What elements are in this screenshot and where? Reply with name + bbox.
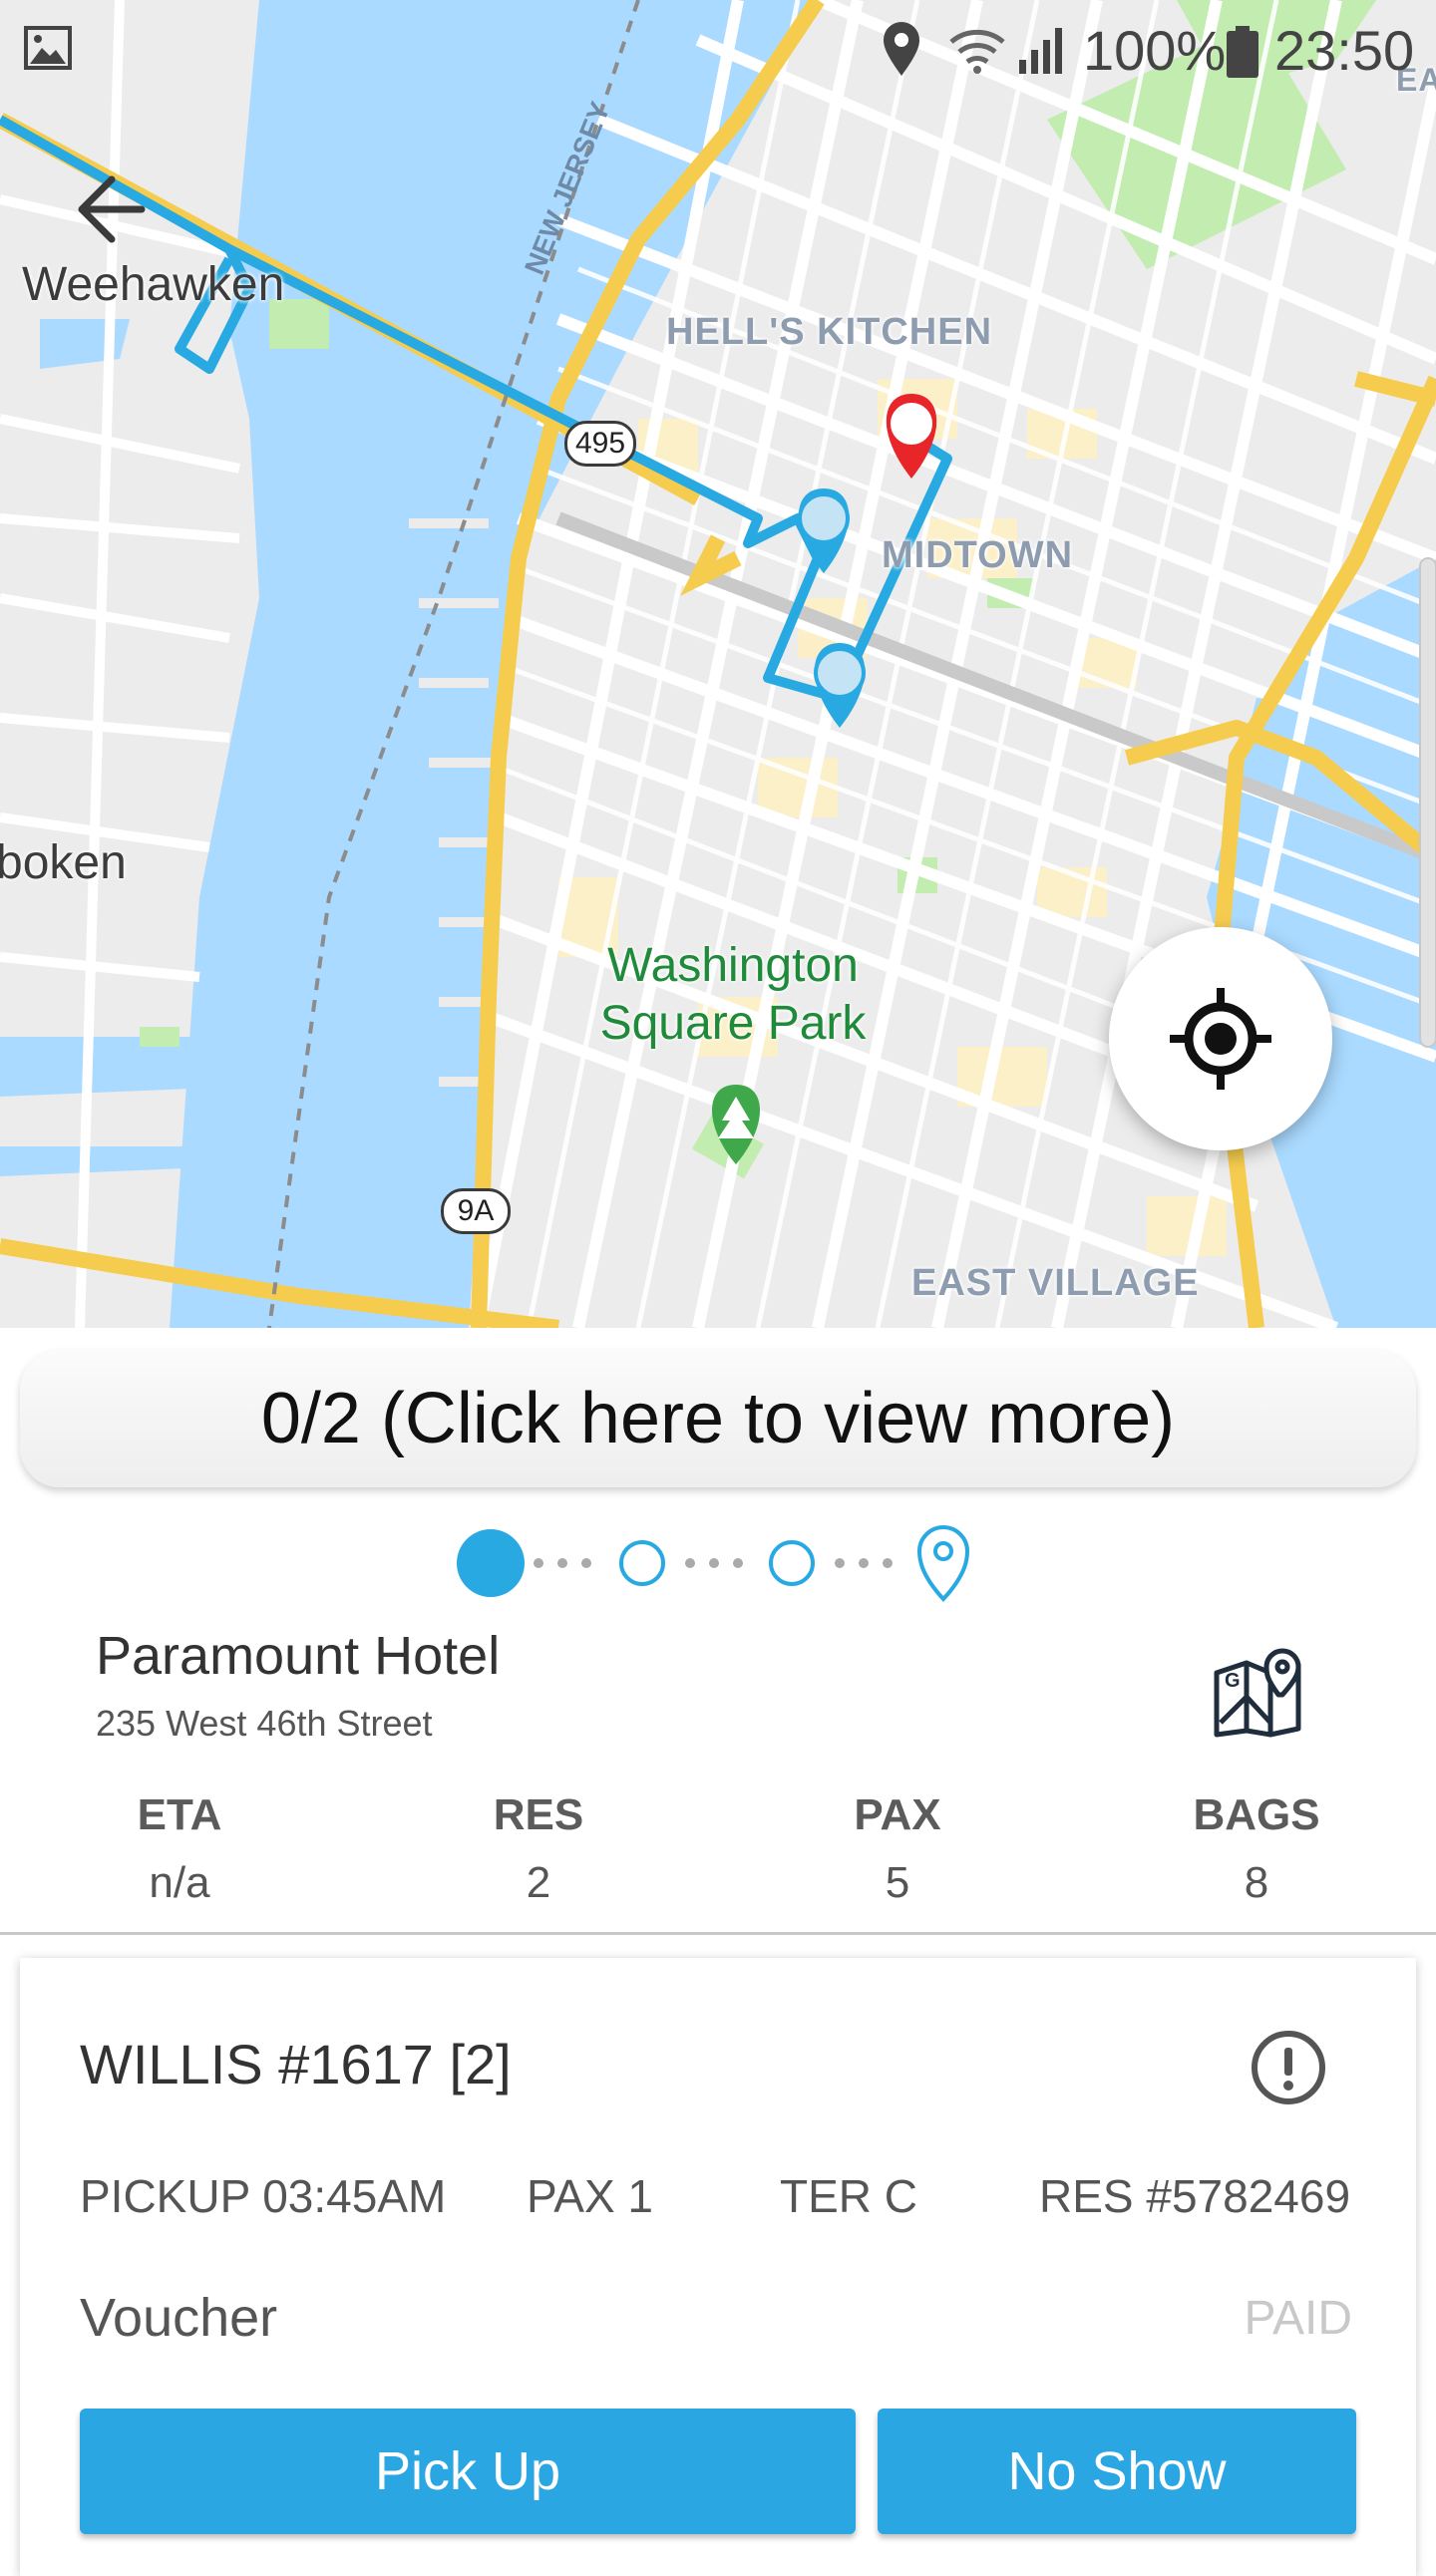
passenger-pax: PAX 1: [527, 2170, 653, 2222]
passenger-name: WILLIS #1617 [2]: [80, 2033, 512, 2095]
route-shield-9a: 9A: [441, 1188, 511, 1234]
terminal: TER C: [780, 2170, 917, 2222]
stat-bags: BAGS 8: [1107, 1790, 1406, 1908]
no-show-button[interactable]: No Show: [878, 2409, 1356, 2534]
stat-res: RES 2: [389, 1790, 688, 1908]
stop-stepper[interactable]: [455, 1523, 983, 1603]
gallery-icon: [24, 26, 72, 70]
label-park-line1: Washington: [607, 939, 859, 992]
map-directions-icon: [1214, 1648, 1301, 1738]
alert-button[interactable]: [1249, 2028, 1328, 2107]
stat-pax-label: PAX: [854, 1790, 941, 1839]
label-park-line2: Square Park: [599, 997, 867, 1050]
payment-status: PAID: [1244, 2292, 1352, 2345]
label-hells-kitchen: HELL'S KITCHEN: [666, 311, 993, 353]
step-destination-pin-icon: [916, 1525, 970, 1602]
stepper-graphic: [457, 1525, 970, 1602]
stat-eta: ETA n/a: [30, 1790, 329, 1908]
pickup-time: PICKUP 03:45AM: [80, 2170, 447, 2222]
stat-eta-label: ETA: [137, 1790, 222, 1839]
status-time: 23:50: [1274, 19, 1415, 82]
my-location-button[interactable]: [1109, 927, 1332, 1150]
battery-percent: 100%: [1083, 19, 1227, 82]
passenger-card: WILLIS #1617 [2] PICKUP 03:45AM PAX 1 TE…: [20, 1958, 1416, 2576]
stat-pax: PAX 5: [748, 1790, 1047, 1908]
battery-icon: [1227, 26, 1258, 78]
stop-address: 235 West 46th Street: [96, 1703, 433, 1744]
open-map-directions-button[interactable]: G: [1211, 1643, 1306, 1739]
step-current: [457, 1529, 525, 1597]
status-bar: 100% 23:50: [0, 0, 1436, 100]
route-shield-495: 495: [564, 421, 637, 467]
stat-res-label: RES: [493, 1790, 584, 1839]
view-more-button[interactable]: 0/2 (Click here to view more): [20, 1350, 1416, 1487]
label-washington-square-park: Washington Square Park: [588, 937, 878, 1053]
signal-icon: [1019, 28, 1062, 74]
step-2: [619, 1540, 665, 1586]
step-3: [769, 1540, 815, 1586]
section-divider: [0, 1932, 1436, 1935]
svg-text:G: G: [1225, 1670, 1241, 1692]
stat-pax-value: 5: [885, 1858, 910, 1907]
map-view[interactable]: Weehawken boken HELL'S KITCHEN MIDTOWN E…: [0, 0, 1436, 1328]
label-east-village: EAST VILLAGE: [911, 1262, 1200, 1304]
location-pin-icon: [884, 22, 919, 76]
wifi-icon: [949, 29, 1005, 74]
label-midtown: MIDTOWN: [882, 534, 1074, 576]
arrow-back-icon: [78, 175, 146, 243]
stat-res-value: 2: [526, 1858, 551, 1907]
stat-eta-value: n/a: [149, 1858, 210, 1907]
stat-bags-label: BAGS: [1193, 1790, 1320, 1839]
label-hoboken: boken: [0, 836, 127, 889]
pick-up-button[interactable]: Pick Up: [80, 2409, 856, 2534]
reservation-number: RES #5782469: [1039, 2170, 1351, 2222]
label-weehawken: Weehawken: [22, 258, 285, 311]
back-button[interactable]: [72, 167, 156, 251]
stop-name: Paramount Hotel: [96, 1626, 501, 1686]
payment-type: Voucher: [80, 2288, 278, 2348]
crosshair-icon: [1170, 988, 1271, 1090]
stat-bags-value: 8: [1244, 1858, 1269, 1907]
